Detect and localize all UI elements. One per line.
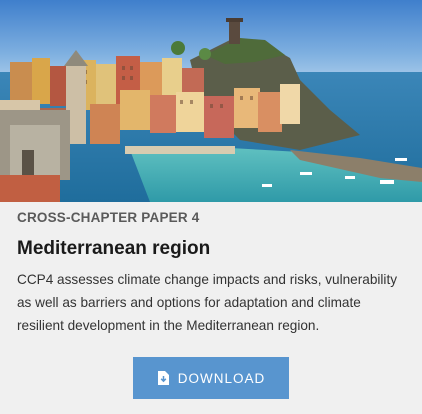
ccp4-card: CROSS-CHAPTER PAPER 4 Mediterranean regi… (0, 0, 422, 414)
paper-description: CCP4 assesses climate change impacts and… (17, 272, 398, 333)
download-button[interactable]: DOWNLOAD (133, 357, 289, 399)
hero-image (0, 0, 422, 202)
file-download-icon (157, 371, 169, 385)
download-button-label: DOWNLOAD (177, 370, 266, 386)
paper-type-label: CROSS-CHAPTER PAPER 4 (17, 210, 200, 225)
paper-title: Mediterranean region (17, 238, 211, 259)
card-body: CROSS-CHAPTER PAPER 4 Mediterranean regi… (17, 210, 409, 337)
